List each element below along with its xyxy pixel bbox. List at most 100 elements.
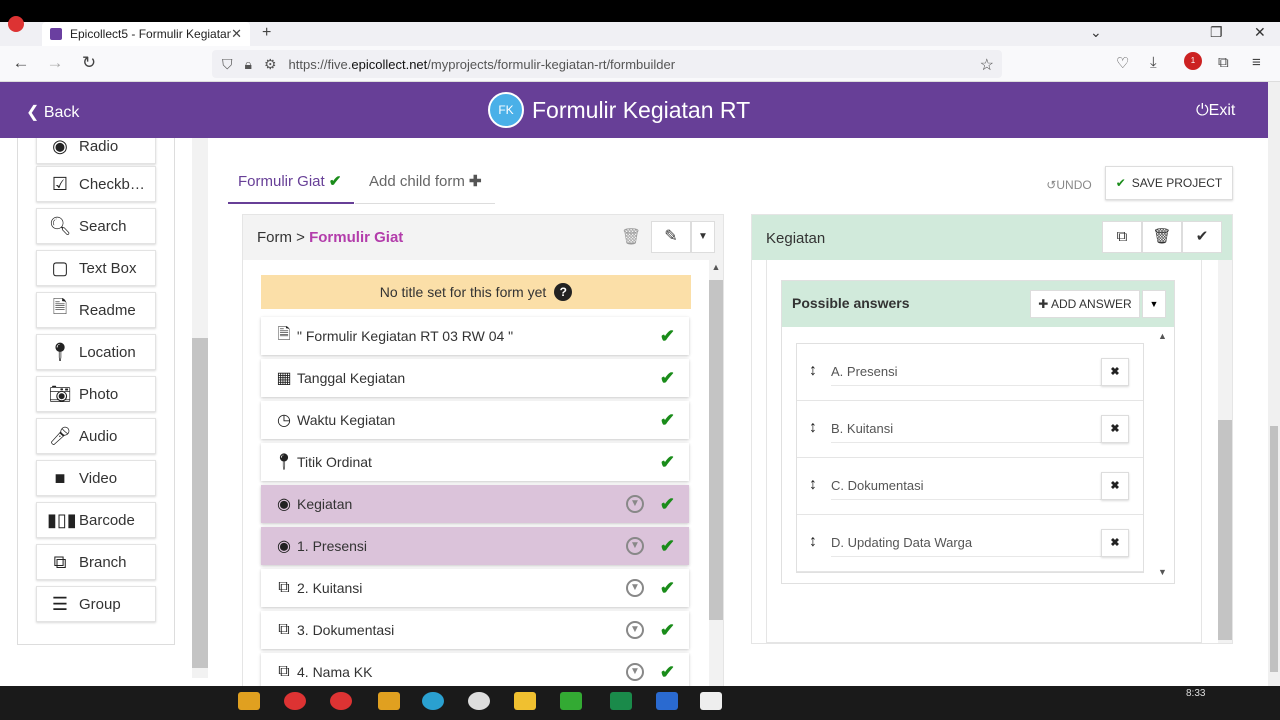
file-explorer-icon[interactable] bbox=[238, 692, 260, 710]
palette-item-textbox[interactable]: ▢ Text Box bbox=[36, 250, 156, 286]
back-button[interactable]: ❮ Back bbox=[26, 102, 79, 122]
palette-item-barcode[interactable]: ▮▯▮ Barcode bbox=[36, 502, 156, 538]
help-icon[interactable]: ? bbox=[554, 283, 573, 301]
answer-input[interactable]: B. Kuitansi bbox=[831, 415, 1101, 443]
palette-scrollbar[interactable] bbox=[192, 138, 208, 678]
question-row[interactable]: ⧉ 2. Kuitansi ▼ ✔ bbox=[261, 569, 689, 607]
photo-icon: 📷︎ bbox=[48, 383, 72, 404]
answers-scroll-down-icon[interactable]: ▼ bbox=[1158, 567, 1167, 577]
app-icon[interactable] bbox=[610, 692, 632, 710]
palette-item-readme[interactable]: 🗎 Readme bbox=[36, 292, 156, 328]
tab-form[interactable]: Formulir Giat ✔ bbox=[238, 172, 341, 190]
form-scrollbar[interactable]: ▲ bbox=[709, 260, 723, 686]
drag-handle-icon[interactable]: ↕ bbox=[809, 533, 817, 551]
scroll-up-icon[interactable]: ▲ bbox=[709, 262, 723, 272]
palette-item-location[interactable]: 📍︎ Location bbox=[36, 334, 156, 370]
question-row-selected[interactable]: ◉ Kegiatan ▼ ✔ bbox=[261, 485, 689, 523]
no-title-warning[interactable]: No title set for this form yet? bbox=[261, 275, 691, 309]
palette-item-label: Video bbox=[79, 469, 118, 487]
answer-input[interactable]: C. Dokumentasi bbox=[831, 472, 1101, 500]
palette-item-group[interactable]: ☰ Group bbox=[36, 586, 156, 622]
tab-add-child-form[interactable]: Add child form ✚ bbox=[369, 172, 482, 190]
form-scrollbar-thumb[interactable] bbox=[709, 280, 723, 620]
question-row[interactable]: ⧉ 4. Nama KK ▼ ✔ bbox=[261, 653, 689, 686]
page-scrollbar[interactable] bbox=[1268, 82, 1280, 686]
palette-item-audio[interactable]: 🎤︎ Audio bbox=[36, 418, 156, 454]
download-icon[interactable]: ▼ bbox=[625, 579, 644, 597]
tab-close-icon[interactable]: ✕ bbox=[231, 26, 242, 42]
trash-icon[interactable]: 🗑︎ bbox=[621, 227, 641, 247]
app-icon[interactable] bbox=[468, 692, 490, 710]
drag-handle-icon[interactable]: ↕ bbox=[809, 419, 817, 437]
add-answer-button[interactable]: ✚ ADD ANSWER bbox=[1030, 290, 1140, 318]
exit-button[interactable]: ⏻Exit bbox=[1196, 102, 1235, 120]
remove-answer-button[interactable]: ✖ bbox=[1101, 472, 1129, 500]
back-arrow-icon[interactable]: ← bbox=[10, 54, 32, 72]
question-row[interactable]: 🗎 " Formulir Kegiatan RT 03 RW 04 " ✔ bbox=[261, 317, 689, 355]
palette-item-photo[interactable]: 📷︎ Photo bbox=[36, 376, 156, 412]
answer-input[interactable]: D. Updating Data Warga bbox=[831, 529, 1101, 557]
calendar-icon: ▦ bbox=[276, 370, 292, 387]
edit-form-button[interactable]: ✎ bbox=[651, 221, 691, 253]
answer-input[interactable]: A. Presensi bbox=[831, 358, 1101, 386]
palette-scrollbar-thumb[interactable] bbox=[192, 338, 208, 668]
delete-question-button[interactable]: 🗑︎ bbox=[1142, 221, 1182, 253]
add-answer-dropdown[interactable]: ▼ bbox=[1142, 290, 1166, 318]
question-row-selected[interactable]: ◉ 1. Presensi ▼ ✔ bbox=[261, 527, 689, 565]
page-scrollbar-thumb[interactable] bbox=[1270, 426, 1278, 672]
app-icon[interactable] bbox=[656, 692, 678, 710]
undo-button[interactable]: ↺ UNDO bbox=[1036, 170, 1102, 200]
pocket-icon[interactable]: ♡ bbox=[1116, 54, 1129, 72]
bookmark-star-icon[interactable]: ☆ bbox=[980, 55, 994, 75]
palette-item-video[interactable]: ■ Video bbox=[36, 460, 156, 496]
app-icon[interactable] bbox=[560, 692, 582, 710]
shield-icon[interactable]: ⛉ bbox=[222, 56, 233, 73]
tab-list-icon[interactable]: ⌄ bbox=[1090, 24, 1102, 41]
detail-scrollbar[interactable] bbox=[1218, 260, 1232, 643]
restore-window-icon[interactable]: ❐ bbox=[1210, 24, 1223, 41]
extensions-puzzle-icon[interactable]: ⧉ bbox=[1218, 54, 1229, 71]
palette-item-checkbox[interactable]: ☑ Checkb… bbox=[36, 166, 156, 202]
question-row[interactable]: ▦ Tanggal Kegiatan ✔ bbox=[261, 359, 689, 397]
browser-profile-icon[interactable] bbox=[8, 16, 24, 32]
download-icon[interactable]: ▼ bbox=[625, 621, 644, 639]
detail-scrollbar-thumb[interactable] bbox=[1218, 420, 1232, 640]
app-icon[interactable] bbox=[514, 692, 536, 710]
answers-scroll-up-icon[interactable]: ▲ bbox=[1158, 331, 1167, 341]
drag-handle-icon[interactable]: ↕ bbox=[809, 362, 817, 380]
palette-item-radio[interactable]: ◉ Radio bbox=[36, 138, 156, 164]
confirm-question-button[interactable]: ✔ bbox=[1182, 221, 1222, 253]
question-row[interactable]: 📍︎ Titik Ordinat ✔ bbox=[261, 443, 689, 481]
download-icon[interactable]: ⤓ bbox=[1150, 54, 1157, 71]
forward-arrow-icon[interactable]: → bbox=[44, 54, 66, 72]
reload-icon[interactable]: ↻ bbox=[78, 54, 100, 72]
question-row[interactable]: ⧉ 3. Dokumentasi ▼ ✔ bbox=[261, 611, 689, 649]
drag-handle-icon[interactable]: ↕ bbox=[809, 476, 817, 494]
question-row[interactable]: ◷ Waktu Kegiatan ✔ bbox=[261, 401, 689, 439]
form-options-dropdown[interactable]: ▼ bbox=[691, 221, 715, 253]
remove-answer-button[interactable]: ✖ bbox=[1101, 415, 1129, 443]
browser-tab[interactable]: Epicollect5 - Formulir Kegiatan ✕ bbox=[42, 22, 250, 46]
app-icon[interactable] bbox=[330, 692, 352, 710]
new-tab-button[interactable]: + bbox=[262, 24, 271, 42]
app-icon[interactable] bbox=[284, 692, 306, 710]
close-window-icon[interactable]: ✕ bbox=[1254, 24, 1266, 41]
palette-item-branch[interactable]: ⧉ Branch bbox=[36, 544, 156, 580]
download-icon[interactable]: ▼ bbox=[625, 495, 644, 513]
download-icon[interactable]: ▼ bbox=[625, 537, 644, 555]
remove-answer-button[interactable]: ✖ bbox=[1101, 529, 1129, 557]
copy-question-button[interactable]: ⧉ bbox=[1102, 221, 1142, 253]
save-project-button[interactable]: ✔ SAVE PROJECT bbox=[1105, 166, 1233, 200]
palette-item-search[interactable]: 🔍︎ Search bbox=[36, 208, 156, 244]
permissions-icon[interactable]: ⚙︎ bbox=[264, 56, 277, 73]
download-icon[interactable]: ▼ bbox=[625, 663, 644, 681]
lock-icon[interactable]: 🔒︎ bbox=[245, 56, 252, 73]
app-icon[interactable] bbox=[700, 692, 722, 710]
menu-icon[interactable]: ≡ bbox=[1252, 54, 1261, 71]
app-icon[interactable] bbox=[422, 692, 444, 710]
url-bar[interactable]: ⛉ 🔒︎ ⚙︎ https://five. epicollect.net/mypr… bbox=[212, 50, 1002, 78]
app-icon[interactable] bbox=[378, 692, 400, 710]
remove-answer-button[interactable]: ✖ bbox=[1101, 358, 1129, 386]
power-icon: ⏻ bbox=[1196, 102, 1209, 119]
extension-badge[interactable]: 1 bbox=[1184, 52, 1202, 70]
